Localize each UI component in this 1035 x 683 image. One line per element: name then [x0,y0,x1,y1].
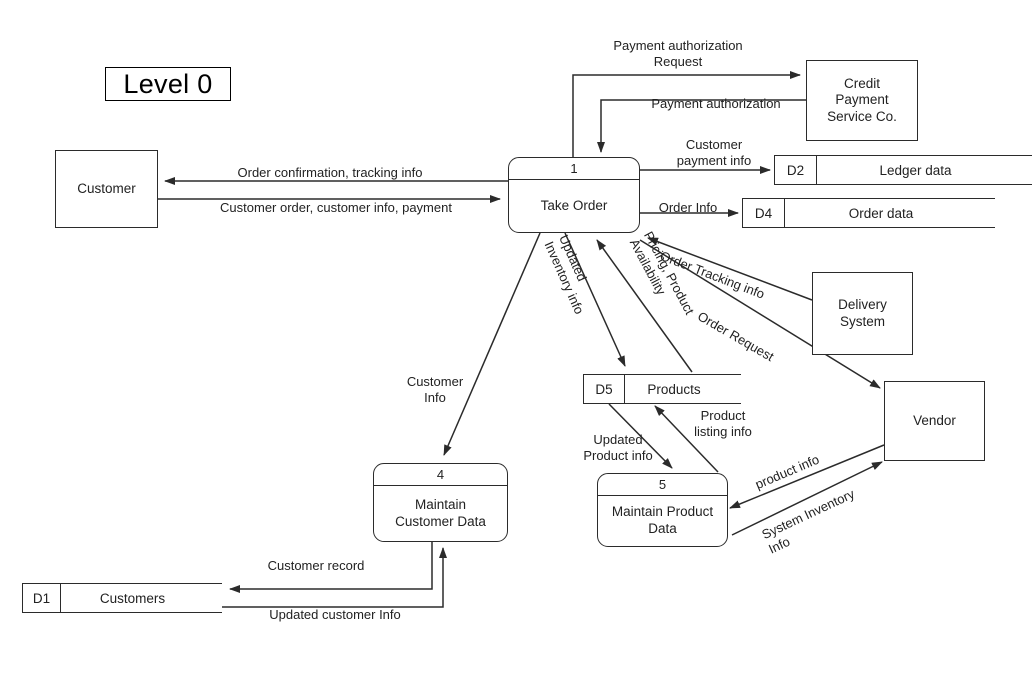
flow-label-customer-info: Customer Info [406,374,464,405]
flow-label-updated-product-info: Updated Product info [583,432,653,463]
data-store-ledger-data-code: D2 [774,156,817,184]
data-store-ledger-data[interactable]: D2 Ledger data [774,155,1032,185]
flow-label-product-info: product info [752,451,822,492]
external-entity-credit-payment-service[interactable]: Credit Payment Service Co. [806,60,918,141]
data-store-products-code: D5 [583,375,625,403]
external-entity-vendor[interactable]: Vendor [884,381,985,461]
data-store-order-data-label: Order data [848,205,914,221]
process-maintain-product-data-name: Maintain Product Data [611,504,714,536]
external-entity-credit-payment-service-label: Credit Payment Service Co. [827,75,897,124]
data-store-customers[interactable]: D1 Customers [22,583,222,613]
process-maintain-product-data[interactable]: 5 Maintain Product Data [597,473,728,547]
flow-label-pricing-product-availability: Pricing, Product Availability [627,228,698,317]
flow-label-customer-record: Customer record [267,558,365,573]
process-take-order-number: 1 [509,158,639,180]
process-maintain-customer-data-number: 4 [374,464,507,486]
external-entity-delivery-system[interactable]: Delivery System [812,272,913,355]
flow-label-system-inventory-info: System Inventory Info [759,486,857,557]
external-entity-vendor-label: Vendor [913,412,956,428]
flow-label-product-listing-info: Product listing info [694,408,752,439]
data-store-customers-code: D1 [22,584,61,612]
flow-arrow-updated-customer-info [220,547,447,608]
process-maintain-product-data-number: 5 [598,474,727,496]
external-entity-customer-label: Customer [77,180,136,196]
flow-label-payment-authorization-request: Payment authorization Request [613,38,743,69]
flow-label-updated-inventory-info: Updated Inventory info [541,232,590,317]
data-store-products[interactable]: D5 Products [583,374,741,404]
flow-label-customer-payment-info: Customer payment info [676,137,752,168]
flow-arrow-customer-info [443,232,541,456]
process-take-order-name: Take Order [540,197,608,213]
data-store-customers-label: Customers [99,590,166,606]
process-maintain-customer-data[interactable]: 4 Maintain Customer Data [373,463,508,542]
diagram-title: Level 0 [105,67,231,101]
flow-label-order-info: Order Info [658,200,718,215]
data-store-products-label: Products [647,381,701,397]
dfd-canvas: Level 0 Customer Credit Payment Service … [0,0,1035,683]
data-store-ledger-data-label: Ledger data [879,162,952,178]
external-entity-customer[interactable]: Customer [55,150,158,228]
flow-label-customer-order-customer-info-payment: Customer order, customer info, payment [220,200,452,215]
data-store-order-data-code: D4 [742,199,785,227]
flow-label-updated-customer-info: Updated customer Info [269,607,401,622]
data-store-order-data[interactable]: D4 Order data [742,198,995,228]
process-maintain-customer-data-name: Maintain Customer Data [395,496,486,529]
process-take-order[interactable]: 1 Take Order [508,157,640,233]
flow-label-payment-authorization: Payment authorization [651,96,781,111]
external-entity-delivery-system-label: Delivery System [838,297,887,329]
flow-label-order-confirmation-tracking-info: Order confirmation, tracking info [237,165,423,180]
